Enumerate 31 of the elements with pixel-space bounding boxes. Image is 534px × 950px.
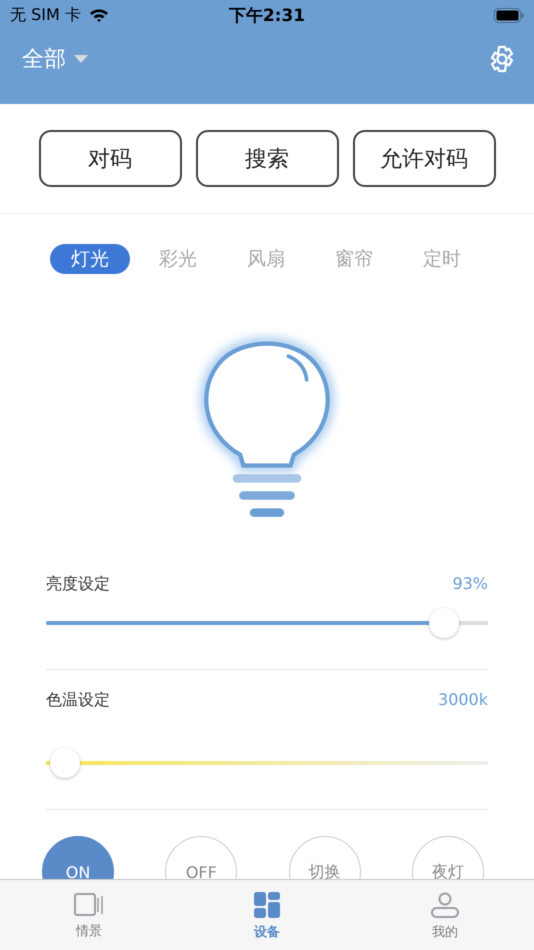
category-tab[interactable]: 彩光 — [138, 244, 218, 274]
slider-thumb[interactable] — [429, 608, 460, 638]
caret-icon — [74, 55, 88, 63]
tab-bar-item[interactable]: 我的 — [356, 880, 534, 950]
settings-icon[interactable] — [488, 45, 516, 73]
grid-icon — [254, 892, 280, 918]
mode-button[interactable]: ON — [42, 836, 114, 879]
tab-bar-item[interactable]: 设备 — [178, 880, 356, 950]
category-tab[interactable]: 窗帘 — [314, 244, 394, 274]
slider-thumb[interactable] — [50, 748, 80, 778]
tab-bar-item[interactable]: 情景 — [0, 880, 178, 950]
battery-icon — [494, 8, 524, 22]
slider-reading: 93% — [452, 574, 488, 595]
category-tab[interactable]: 定时 — [402, 244, 482, 274]
carrier-text: 无 SIM 卡 — [10, 4, 81, 26]
slider-label: 色温设定 — [46, 690, 110, 711]
action-button[interactable]: 对码 — [38, 130, 182, 187]
status-time: 下午2:31 — [228, 4, 306, 26]
category-tab[interactable]: 风扇 — [226, 244, 306, 274]
action-button[interactable]: 允许对码 — [352, 130, 496, 187]
mode-button[interactable]: 切换 — [288, 836, 361, 879]
action-button[interactable]: 搜索 — [196, 130, 338, 187]
scope-dropdown[interactable]: 全部 — [22, 44, 88, 74]
wifi-icon — [88, 8, 109, 22]
mode-button[interactable]: 夜灯 — [412, 836, 484, 879]
slider-reading: 3000k — [438, 690, 488, 711]
video-icon — [74, 893, 104, 917]
slider-label: 亮度设定 — [46, 574, 110, 595]
mode-button[interactable]: OFF — [165, 836, 238, 879]
category-tab[interactable]: 灯光 — [50, 244, 130, 274]
person-icon — [431, 892, 459, 918]
